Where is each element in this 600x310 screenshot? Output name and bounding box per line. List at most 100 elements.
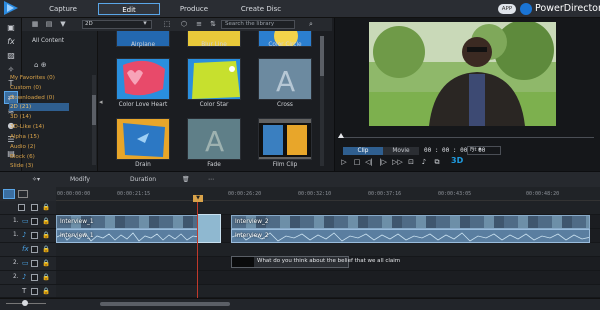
- category-item[interactable]: 3D-Like (14): [10, 123, 44, 131]
- category-item[interactable]: Block (6): [10, 153, 35, 161]
- storyboard-view-icon[interactable]: [18, 190, 28, 198]
- thumbnail-color-star[interactable]: [187, 58, 241, 100]
- stop-icon[interactable]: □: [352, 157, 362, 167]
- list-icon[interactable]: ≡: [194, 20, 204, 29]
- audio-clip[interactable]: Interview_1: [56, 229, 198, 243]
- category-item[interactable]: 3D (14): [10, 113, 31, 121]
- ruler-tick: 00:00:26:20: [228, 191, 262, 197]
- track-enable-checkbox[interactable]: [31, 232, 38, 239]
- lock-icon[interactable]: 🔒: [42, 287, 50, 295]
- track-enable-checkbox[interactable]: [18, 204, 25, 211]
- movie-mode-button[interactable]: Movie: [383, 147, 419, 155]
- lock-icon[interactable]: 🔒: [42, 245, 50, 253]
- search-icon[interactable]: ⌕: [306, 20, 316, 29]
- thumbnail-drain[interactable]: [116, 118, 170, 160]
- pip-room-icon[interactable]: ▨: [5, 50, 17, 61]
- lock-icon[interactable]: 🔒: [42, 203, 50, 211]
- more-tools-icon[interactable]: ⋯: [208, 176, 214, 183]
- grid-view-icon[interactable]: ▦: [30, 20, 40, 29]
- timeline-toolbar: ✧▾ Modify Duration 🗑 ⋯: [0, 171, 600, 187]
- media-room-icon[interactable]: ▣: [5, 22, 17, 33]
- track-enable-checkbox[interactable]: [31, 274, 38, 281]
- next-frame-icon[interactable]: |▷: [378, 157, 388, 167]
- track-header: 2. ▭ 🔒: [0, 257, 56, 271]
- fast-forward-icon[interactable]: ▷▷: [392, 157, 403, 167]
- category-item[interactable]: Slide (3): [10, 162, 33, 170]
- thumbnail-color-love-heart[interactable]: [116, 58, 170, 100]
- category-item[interactable]: My Favorites (0): [10, 74, 55, 82]
- import-icon[interactable]: ⬚: [162, 20, 172, 29]
- add-tag-icon[interactable]: ⊕: [41, 61, 47, 69]
- thumbnail-label: Fade: [207, 162, 221, 168]
- lock-icon[interactable]: 🔒: [42, 273, 50, 281]
- lock-icon[interactable]: 🔒: [42, 231, 50, 239]
- thumbnail-cross[interactable]: A: [258, 58, 312, 100]
- filter-icon[interactable]: ▼: [58, 20, 68, 29]
- modify-button[interactable]: Modify: [70, 176, 90, 183]
- svg-text:A: A: [276, 65, 295, 98]
- track-header: 1. ▭ 🔒: [0, 215, 56, 229]
- fx-track-icon: fx: [22, 245, 29, 253]
- play-icon[interactable]: ▷: [339, 157, 349, 167]
- volume-icon[interactable]: ♪: [419, 157, 429, 167]
- zoom-fit-select[interactable]: Fit ▾: [467, 146, 501, 155]
- duration-button[interactable]: Duration: [130, 176, 156, 183]
- category-all-content[interactable]: All Content: [32, 38, 64, 44]
- timeline-horizontal-scrollbar[interactable]: [100, 302, 230, 306]
- timeline-view-icon[interactable]: [3, 189, 15, 199]
- library-search-input[interactable]: Search the library: [221, 20, 295, 29]
- transition-library: Airplane Blur Line Color Circle A Color …: [104, 31, 326, 171]
- preview-scrub-knob[interactable]: [338, 133, 344, 138]
- previous-frame-icon[interactable]: ◁|: [364, 157, 374, 167]
- lock-icon[interactable]: 🔒: [42, 217, 50, 225]
- thumbnail-film-clip[interactable]: [258, 118, 312, 160]
- category-tools: ⌂ ⊕: [34, 61, 47, 69]
- lock-icon[interactable]: 🔒: [42, 259, 50, 267]
- folder-icon[interactable]: ▤: [44, 20, 54, 29]
- ruler-tick: 00:00:37:16: [368, 191, 402, 197]
- category-item[interactable]: Alpha (15): [10, 133, 39, 141]
- fx-room-icon[interactable]: fx: [5, 36, 17, 47]
- app-badge[interactable]: APP: [498, 4, 516, 14]
- tab-produce[interactable]: Produce: [168, 3, 220, 15]
- category-scroll-thumb[interactable]: [92, 95, 96, 125]
- audio-clip[interactable]: Interview_2: [231, 229, 590, 243]
- track-enable-checkbox[interactable]: [31, 260, 38, 267]
- track-header: 1. ♪ 🔒: [0, 229, 56, 243]
- tab-create-disc[interactable]: Create Disc: [232, 3, 290, 15]
- plugin-icon[interactable]: ⬡: [179, 20, 189, 29]
- track-enable-checkbox[interactable]: [31, 204, 38, 211]
- track-number: 1.: [13, 232, 19, 238]
- snapshot-icon[interactable]: ⊡: [406, 157, 416, 167]
- preview-scrub-bar[interactable]: [338, 137, 594, 138]
- category-item[interactable]: Audio (2): [10, 143, 36, 151]
- tab-edit[interactable]: Edit: [98, 3, 160, 15]
- delete-icon[interactable]: 🗑: [182, 176, 190, 183]
- tab-capture[interactable]: Capture: [38, 3, 88, 15]
- audio-track-icon: ♪: [22, 231, 27, 239]
- track-enable-checkbox[interactable]: [31, 246, 38, 253]
- library-scroll-thumb[interactable]: [320, 36, 324, 76]
- playhead-handle[interactable]: ▼: [193, 195, 203, 202]
- video-clip[interactable]: Interview_1: [56, 215, 198, 229]
- category-item[interactable]: Downloaded (0): [10, 94, 55, 102]
- timeline-bottom-bar: [0, 298, 600, 310]
- transition-clip[interactable]: [197, 214, 221, 243]
- track-enable-checkbox[interactable]: [31, 218, 38, 225]
- clip-mode-button[interactable]: Clip: [343, 147, 383, 155]
- undock-icon[interactable]: ⧉: [432, 157, 442, 167]
- collapse-panel-icon[interactable]: ◂: [99, 98, 103, 106]
- video-clip[interactable]: Interview_2: [231, 215, 590, 229]
- sort-icon[interactable]: ⇅: [208, 20, 218, 29]
- magic-tool-icon[interactable]: ✧▾: [32, 176, 40, 183]
- svg-text:A: A: [205, 125, 224, 158]
- track-enable-checkbox[interactable]: [31, 288, 38, 295]
- timeline-zoom-knob[interactable]: [22, 300, 28, 306]
- thumbnail-fade[interactable]: A: [187, 118, 241, 160]
- subtitle-text: What do you think about the belief that …: [257, 258, 401, 264]
- track-header: 2. ♪ 🔒: [0, 271, 56, 285]
- 3d-mode-toggle[interactable]: 3D: [451, 156, 463, 165]
- category-item[interactable]: Custom (0): [10, 84, 41, 92]
- category-item-selected[interactable]: 2D (21): [9, 103, 69, 111]
- tag-icon[interactable]: ⌂: [34, 61, 38, 69]
